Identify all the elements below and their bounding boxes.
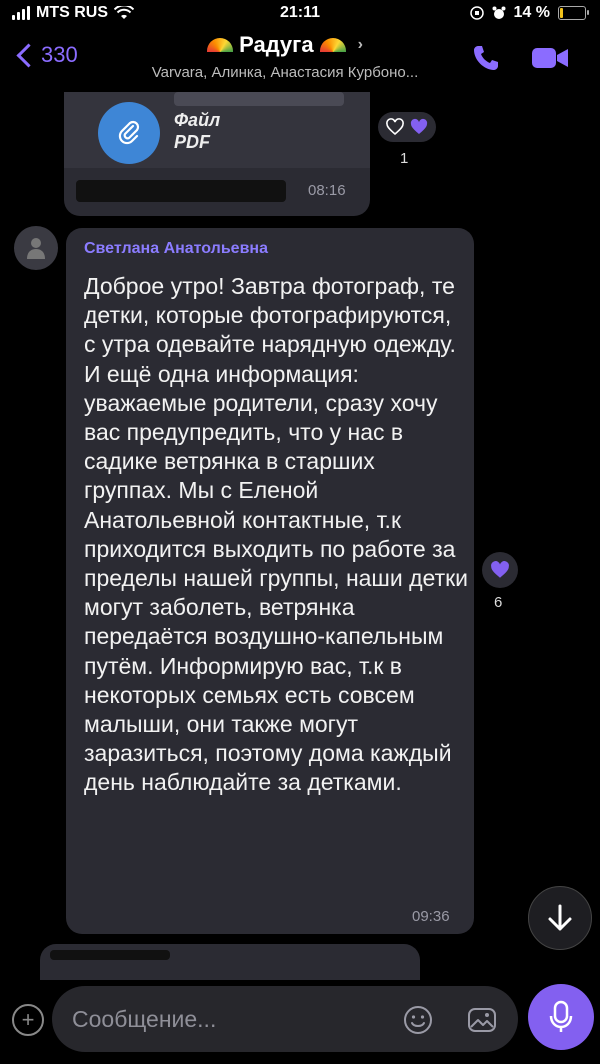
- phone-icon[interactable]: [470, 42, 502, 74]
- plus-icon[interactable]: +: [12, 1004, 44, 1036]
- reactions-pill[interactable]: [378, 112, 436, 142]
- sticker-icon[interactable]: [402, 1004, 434, 1036]
- text-message[interactable]: Светлана Анатольевна Доброе утро! Завтра…: [66, 228, 474, 934]
- arrow-down-icon: [548, 904, 572, 931]
- unread-count: 330: [41, 42, 78, 67]
- back-button[interactable]: 330: [14, 42, 78, 68]
- avatar[interactable]: [14, 226, 58, 270]
- chat-area[interactable]: Файл PDF 08:16 1 Светлана Анатольевна До…: [0, 92, 600, 980]
- redacted-text: [50, 950, 170, 960]
- attachment-icon: [98, 102, 160, 164]
- heart-icon[interactable]: [409, 118, 429, 136]
- chat-participants: Varvara, Алинка, Анастасия Курбоно...: [151, 64, 419, 81]
- user-icon: [27, 238, 45, 259]
- rainbow-emoji: [319, 38, 346, 52]
- message-time: 09:36: [412, 908, 450, 925]
- chat-title: Радуга: [239, 32, 314, 57]
- battery-icon: [558, 6, 589, 20]
- microphone-icon: [549, 1000, 573, 1032]
- redacted-text: [76, 180, 286, 202]
- reaction-heart-button[interactable]: [482, 552, 518, 588]
- input-placeholder: Сообщение...: [72, 1006, 217, 1032]
- status-right: 14 %: [469, 4, 589, 22]
- microphone-button[interactable]: [528, 984, 594, 1050]
- obscured-sender: [174, 92, 344, 106]
- file-extension: PDF: [174, 132, 210, 152]
- message-text: Доброе утро! Завтра фотограф, те детки, …: [84, 273, 469, 796]
- status-bar: MTS RUS 21:11 14 %: [0, 0, 600, 28]
- battery-label: 14 %: [513, 4, 550, 21]
- video-call-icon[interactable]: [530, 42, 570, 74]
- message-input[interactable]: Сообщение...: [52, 986, 518, 1052]
- rainbow-emoji: [207, 38, 234, 52]
- chat-title-row: Радуга ›: [207, 32, 363, 58]
- gallery-icon[interactable]: [466, 1004, 498, 1036]
- message-time: 08:16: [308, 182, 346, 199]
- reaction-count: 6: [494, 594, 503, 611]
- chat-header: 330 Радуга › Varvara, Алинка, Анастасия …: [0, 28, 600, 92]
- scroll-down-button[interactable]: [528, 886, 592, 950]
- orientation-lock-icon: [469, 6, 484, 20]
- chevron-right-icon: ›: [357, 36, 363, 53]
- partial-message[interactable]: [40, 944, 420, 980]
- chevron-left-icon: [16, 42, 41, 68]
- file-type: Файл: [174, 110, 221, 130]
- heart-icon: [491, 561, 509, 578]
- reaction-count: 1: [400, 150, 409, 167]
- chat-info[interactable]: Радуга › Varvara, Алинка, Анастасия Курб…: [100, 32, 470, 81]
- alarm-icon: [492, 6, 506, 19]
- message-composer: + Сообщение...: [0, 980, 600, 1064]
- heart-outline-icon[interactable]: [385, 118, 405, 136]
- sender-name[interactable]: Светлана Анатольевна: [84, 240, 268, 258]
- file-attachment[interactable]: Файл PDF: [64, 92, 370, 168]
- file-message[interactable]: Файл PDF 08:16: [64, 92, 370, 216]
